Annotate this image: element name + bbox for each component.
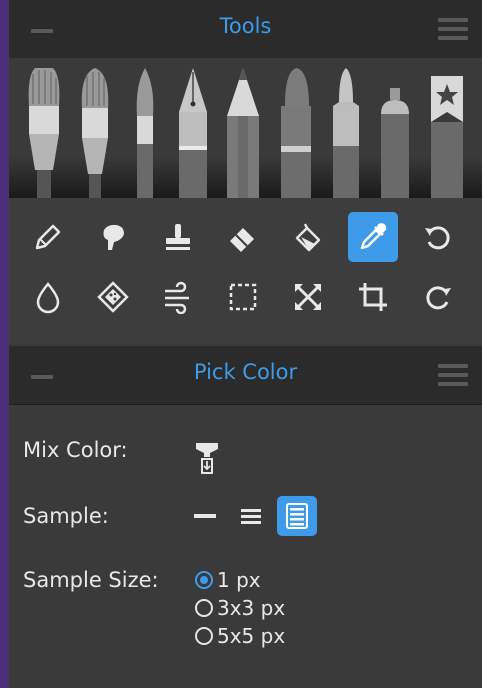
stamp-tool-button[interactable] bbox=[153, 212, 203, 262]
pick-color-panel-title: Pick Color bbox=[193, 360, 298, 384]
radio-button[interactable] bbox=[195, 599, 213, 617]
smudge-tool-button[interactable] bbox=[88, 212, 138, 262]
tools-panel-header[interactable]: Tools bbox=[9, 0, 482, 59]
eyedropper-icon bbox=[360, 223, 387, 250]
selection-icon bbox=[229, 283, 257, 311]
transform-tool-button[interactable] bbox=[283, 272, 333, 322]
window-frame-edge bbox=[0, 0, 9, 688]
panel-menu-icon[interactable] bbox=[438, 364, 468, 386]
size-option-label: 1 px bbox=[217, 568, 261, 592]
redo-icon bbox=[426, 286, 451, 310]
mix-color-label: Mix Color: bbox=[23, 438, 128, 462]
eraser-tool-button[interactable] bbox=[218, 212, 268, 262]
fill-tool-button[interactable] bbox=[283, 212, 333, 262]
tools-row-2 bbox=[9, 268, 482, 326]
tools-panel-title: Tools bbox=[219, 14, 272, 38]
smudge-icon bbox=[103, 224, 124, 250]
single-line-icon bbox=[194, 514, 216, 518]
undo-icon bbox=[425, 226, 450, 250]
tools-panel: Tools bbox=[9, 0, 482, 344]
all-layers-icon bbox=[286, 503, 308, 529]
radio-button-checked[interactable] bbox=[195, 571, 213, 589]
selection-tool-button[interactable] bbox=[218, 272, 268, 322]
size-option-label: 5x5 px bbox=[217, 624, 286, 648]
pick-color-panel-header[interactable]: Pick Color bbox=[9, 346, 482, 405]
undo-button[interactable] bbox=[413, 212, 463, 262]
transform-icon bbox=[294, 283, 322, 311]
pick-color-panel: Pick Color Mix Color: Sample: Sample Siz… bbox=[9, 346, 482, 688]
sample-label: Sample: bbox=[23, 504, 109, 528]
sample-below-layers-button[interactable] bbox=[231, 496, 271, 536]
crop-tool-button[interactable] bbox=[348, 272, 398, 322]
texture-tool-button[interactable] bbox=[88, 272, 138, 322]
panel-menu-icon[interactable] bbox=[438, 18, 468, 40]
blow-icon bbox=[165, 281, 189, 314]
airbrush[interactable] bbox=[375, 66, 415, 198]
round-brush[interactable] bbox=[74, 66, 116, 198]
redo-button[interactable] bbox=[413, 272, 463, 322]
three-lines-icon bbox=[241, 509, 261, 524]
sample-all-layers-button[interactable] bbox=[277, 496, 317, 536]
pencil[interactable] bbox=[223, 66, 263, 198]
size-option-3x3px[interactable]: 3x3 px bbox=[195, 594, 285, 622]
fill-bucket-icon bbox=[295, 223, 321, 252]
crop-icon bbox=[359, 283, 387, 311]
sample-current-layer-button[interactable] bbox=[185, 496, 225, 536]
sample-size-label: Sample Size: bbox=[23, 568, 159, 592]
radio-button[interactable] bbox=[195, 627, 213, 645]
felt-pen[interactable] bbox=[325, 66, 367, 198]
size-option-5x5px[interactable]: 5x5 px bbox=[195, 622, 285, 650]
size-option-label: 3x3 px bbox=[217, 596, 286, 620]
eraser-icon bbox=[230, 228, 254, 252]
brush-tray bbox=[9, 58, 482, 198]
texture-icon bbox=[97, 281, 129, 313]
wide-brush[interactable] bbox=[23, 66, 65, 198]
eyedropper-tool-button[interactable] bbox=[348, 212, 398, 262]
pencil-tool-button[interactable] bbox=[23, 212, 73, 262]
custom-brush[interactable] bbox=[427, 66, 467, 198]
ink-pen[interactable] bbox=[173, 66, 213, 198]
water-tool-button[interactable] bbox=[23, 272, 73, 322]
size-option-1px[interactable]: 1 px bbox=[195, 566, 261, 594]
water-drop-icon bbox=[36, 282, 60, 314]
blow-tool-button[interactable] bbox=[153, 272, 203, 322]
small-brush[interactable] bbox=[127, 66, 163, 198]
mix-color-toggle-icon[interactable] bbox=[194, 439, 220, 475]
tools-row-1 bbox=[9, 208, 482, 266]
marker[interactable] bbox=[275, 66, 317, 198]
stamp-icon bbox=[166, 224, 190, 250]
pencil-icon bbox=[35, 224, 61, 250]
